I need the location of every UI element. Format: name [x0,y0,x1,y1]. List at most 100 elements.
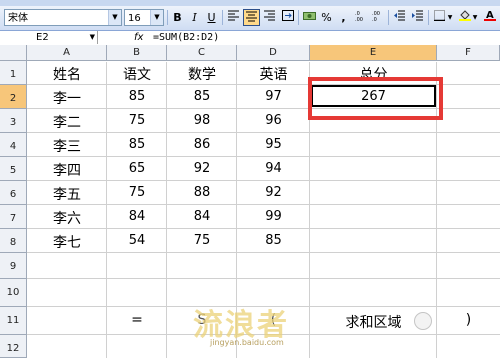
cell-a7[interactable]: 李六 [27,208,107,228]
name-box[interactable]: E2 ▼ [0,31,98,44]
row-header-4[interactable]: 4 [0,133,27,157]
grid-line [27,132,500,133]
formula-input[interactable]: =SUM(B2:D2) [153,31,219,44]
select-all-corner[interactable] [0,45,27,61]
font-size-select[interactable]: 16 ▼ [124,9,164,26]
cell-c4[interactable]: 86 [167,137,237,152]
chevron-down-icon[interactable]: ▼ [471,9,479,26]
decrease-decimal-button[interactable]: .00.0 [369,9,386,26]
align-center-button[interactable] [243,9,260,26]
cell-f11[interactable]: ) [437,312,500,328]
currency-icon [303,12,316,20]
cell-c8[interactable]: 75 [167,233,237,248]
toolbar-separator [222,10,223,25]
column-header-d[interactable]: D [237,45,310,61]
font-name-value: 宋体 [8,13,28,24]
merge-center-button[interactable] [279,9,296,26]
row-header-1[interactable]: 1 [0,61,27,85]
cell-a2[interactable]: 李一 [27,88,107,108]
align-center-icon [246,11,257,22]
cell-c2[interactable]: 85 [167,89,237,104]
toolbar-separator [298,10,299,25]
increase-decimal-button[interactable]: .0.00 [352,9,369,26]
cell-a3[interactable]: 李二 [27,112,107,132]
cell-b2[interactable]: 85 [107,89,167,104]
cell-b6[interactable]: 75 [107,185,167,200]
grid-line [27,204,500,205]
watermark-site: jingyan.baidu.com [210,338,284,347]
column-header-e[interactable]: E [310,45,437,61]
row-header-9[interactable]: 9 [0,253,27,279]
decrease-indent-icon [394,10,405,21]
cell-d8[interactable]: 85 [237,233,310,248]
bold-button[interactable]: B [169,9,186,26]
cell-b1[interactable]: 语文 [107,64,167,84]
cell-d1[interactable]: 英语 [237,64,310,84]
cell-b5[interactable]: 65 [107,161,167,176]
cell-b11[interactable]: = [107,312,167,328]
italic-button[interactable]: I [186,9,203,26]
cell-d4[interactable]: 95 [237,137,310,152]
row-header-3[interactable]: 3 [0,109,27,133]
column-header-b[interactable]: B [107,45,167,61]
column-header-f[interactable]: F [437,45,500,61]
cell-c1[interactable]: 数学 [167,64,237,84]
cell-a8[interactable]: 李七 [27,232,107,252]
cell-c3[interactable]: 98 [167,113,237,128]
cell-b4[interactable]: 85 [107,137,167,152]
cell-reference: E2 [36,32,49,43]
baidu-paw-icon [414,312,432,330]
cell-a4[interactable]: 李三 [27,136,107,156]
chevron-down-icon[interactable]: ▼ [108,10,121,25]
cell-a6[interactable]: 李五 [27,184,107,204]
cell-a1[interactable]: 姓名 [27,64,107,84]
cell-c7[interactable]: 84 [167,209,237,224]
fill-color-icon [458,10,471,21]
currency-button[interactable] [301,9,318,26]
font-size-value: 16 [128,13,141,24]
chevron-down-icon[interactable]: ▼ [90,32,95,43]
decrease-indent-button[interactable] [391,9,408,26]
row-header-12[interactable]: 12 [0,335,27,358]
grid-line [27,252,500,253]
fx-icon[interactable]: fx [134,31,143,44]
cell-d6[interactable]: 92 [237,185,310,200]
formula-bar: E2 ▼ fx =SUM(B2:D2) [0,31,500,46]
cell-a5[interactable]: 李四 [27,160,107,180]
percent-button[interactable]: % [318,9,335,26]
chevron-down-icon[interactable]: ▼ [446,9,454,26]
svg-text:.00: .00 [355,17,363,21]
font-name-select[interactable]: 宋体 ▼ [4,9,122,26]
row-header-7[interactable]: 7 [0,205,27,229]
cell-c5[interactable]: 92 [167,161,237,176]
cell-d7[interactable]: 99 [237,209,310,224]
align-left-button[interactable] [225,9,242,26]
highlight-box [308,77,443,120]
column-header-c[interactable]: C [167,45,237,61]
cell-d2[interactable]: 97 [237,89,310,104]
svg-text:.0: .0 [372,17,377,21]
column-header-a[interactable]: A [27,45,107,61]
chevron-down-icon[interactable]: ▼ [150,10,163,25]
borders-icon [434,10,445,22]
cell-d5[interactable]: 94 [237,161,310,176]
cell-b8[interactable]: 54 [107,233,167,248]
row-header-6[interactable]: 6 [0,181,27,205]
row-header-10[interactable]: 10 [0,279,27,307]
comma-style-button[interactable]: , [335,9,352,26]
increase-indent-button[interactable] [409,9,426,26]
row-header-5[interactable]: 5 [0,157,27,181]
cell-c6[interactable]: 88 [167,185,237,200]
grid-line [27,156,500,157]
increase-decimal-icon: .0.00 [355,11,363,23]
row-header-2[interactable]: 2 [0,85,27,109]
font-color-button[interactable]: A [481,9,498,26]
underline-button[interactable]: U [203,9,220,26]
cell-b3[interactable]: 75 [107,113,167,128]
row-header-8[interactable]: 8 [0,229,27,253]
cell-b7[interactable]: 84 [107,209,167,224]
toolbar-separator [167,10,168,25]
align-right-button[interactable] [261,9,278,26]
row-header-11[interactable]: 11 [0,307,27,335]
cell-d3[interactable]: 96 [237,113,310,128]
